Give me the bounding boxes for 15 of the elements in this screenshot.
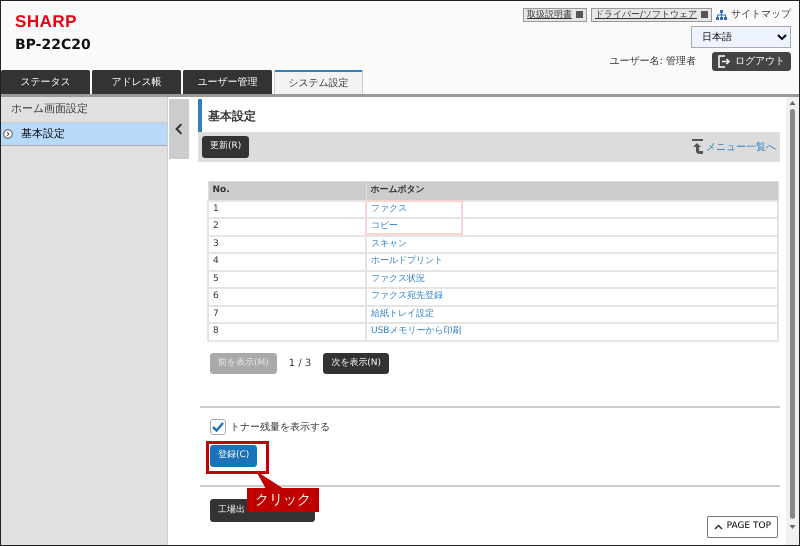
model-name: BP-22C20 <box>15 38 91 52</box>
logo: SHARP <box>15 13 78 30</box>
table-cell: 2 <box>208 218 366 236</box>
table-cell: 8 <box>208 323 366 340</box>
checkbox-label: トナー残量を表示する <box>230 420 330 434</box>
table-cell: 3 <box>208 236 366 253</box>
table-cell: 6 <box>208 288 366 306</box>
table-cell: 5 <box>208 270 366 288</box>
table-cell: 1 <box>208 200 366 218</box>
table-cell: 4 <box>208 253 366 270</box>
table-cell: 7 <box>208 306 366 323</box>
user-name-label: ユーザー名: 管理者 <box>609 54 696 69</box>
page-indicator: 1 / 3 <box>288 356 312 371</box>
column-header: No. <box>208 182 366 200</box>
column-header: ホームボタン <box>366 182 778 200</box>
